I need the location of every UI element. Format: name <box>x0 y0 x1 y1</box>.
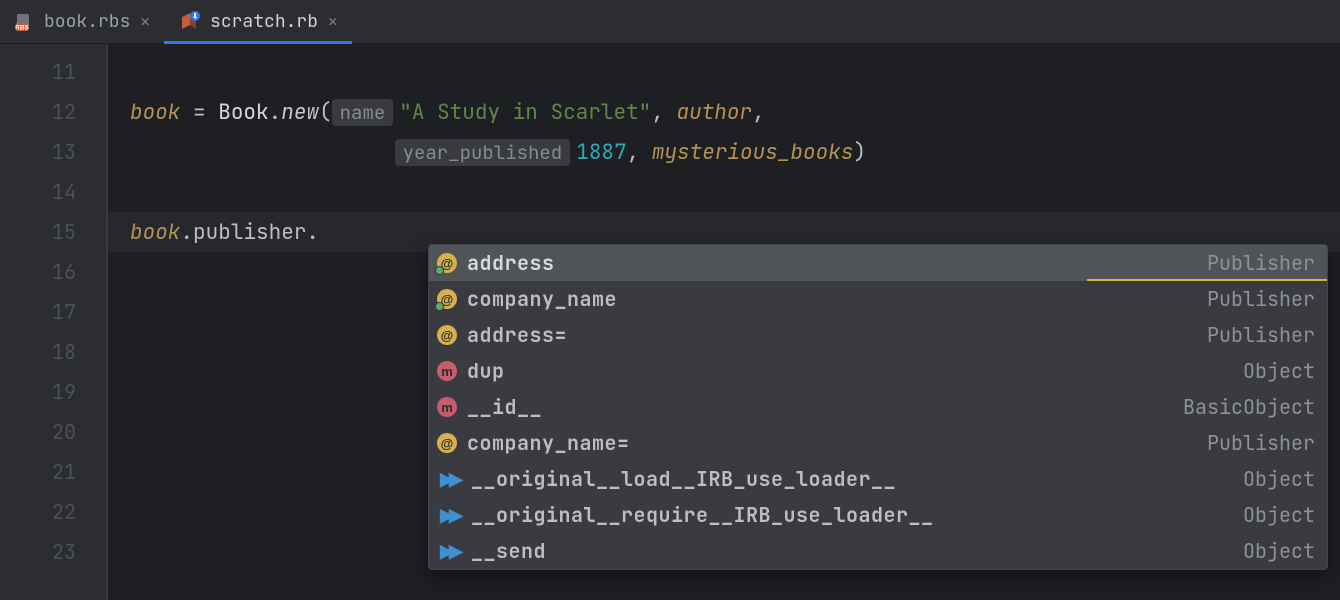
tab-label: book.rbs <box>44 10 130 33</box>
completion-type: Object <box>1243 358 1315 384</box>
line-number: 23 <box>0 532 106 572</box>
rbs-file-icon: RBS <box>14 12 34 32</box>
arrow-icon: ▶▶ <box>437 505 461 525</box>
completion-type: Publisher <box>1207 286 1315 312</box>
completion-name: __id__ <box>467 394 1173 420</box>
close-icon[interactable]: ✕ <box>328 11 338 32</box>
completion-item[interactable]: @ address= Publisher <box>429 317 1327 353</box>
gutter: 11 12 13 14 15 16 17 18 19 20 21 22 23 <box>0 44 108 600</box>
method-icon: m <box>437 397 457 417</box>
method-icon: m <box>437 361 457 381</box>
completion-item[interactable]: @ company_name= Publisher <box>429 425 1327 461</box>
attribute-icon: @ <box>437 325 457 345</box>
arrow-icon: ▶▶ <box>437 541 461 561</box>
close-icon[interactable]: ✕ <box>140 11 150 32</box>
completion-type: Publisher <box>1207 430 1315 456</box>
completion-type: Publisher <box>1207 250 1315 276</box>
svg-text:RBS: RBS <box>15 24 29 31</box>
tab-book-rbs[interactable]: RBS book.rbs ✕ <box>0 0 164 43</box>
line-number: 21 <box>0 452 106 492</box>
completion-item[interactable]: ▶▶ __original__require__IRB_use_loader__ O… <box>429 497 1327 533</box>
line-number: 20 <box>0 412 106 452</box>
line-number: 15 <box>0 212 106 252</box>
completion-name: dup <box>467 358 1233 384</box>
code-line: year_published 1887 , mysterious_books ) <box>108 132 1340 172</box>
line-number: 16 <box>0 252 106 292</box>
attribute-icon: @ <box>437 433 457 453</box>
completion-name: __send <box>471 538 1233 564</box>
line-number: 14 <box>0 172 106 212</box>
line-number: 18 <box>0 332 106 372</box>
completion-item[interactable]: ▶▶ __send Object <box>429 533 1327 569</box>
code-area[interactable]: book = Book . new ( name "A Study in Sca… <box>108 44 1340 600</box>
line-number: 12 <box>0 92 106 132</box>
code-line: book = Book . new ( name "A Study in Sca… <box>108 92 1340 132</box>
completion-popup[interactable]: @addressPublisher@company_namePublisher@… <box>428 244 1328 570</box>
completion-type: Object <box>1243 466 1315 492</box>
code-line <box>108 52 1340 92</box>
completion-item[interactable]: m __id__ BasicObject <box>429 389 1327 425</box>
line-number: 19 <box>0 372 106 412</box>
completion-type: Object <box>1243 502 1315 528</box>
tab-bar: RBS book.rbs ✕ scratch.rb ✕ <box>0 0 1340 44</box>
completion-item[interactable]: mdup Object <box>429 353 1327 389</box>
arrow-icon: ▶▶ <box>437 469 461 489</box>
completion-name: company_name= <box>467 430 1197 456</box>
completion-type: BasicObject <box>1183 394 1315 420</box>
line-number: 13 <box>0 132 106 172</box>
completion-name: __original__load__IRB_use_loader__ <box>471 466 1233 492</box>
completion-name: company_name <box>467 286 1197 312</box>
completion-name: address <box>467 250 1197 276</box>
tab-label: scratch.rb <box>210 10 318 33</box>
completion-item[interactable]: ▶▶ __original__load__IRB_use_loader__ Obje… <box>429 461 1327 497</box>
attribute-icon: @ <box>437 289 457 309</box>
completion-type: Publisher <box>1207 322 1315 348</box>
line-number: 11 <box>0 52 106 92</box>
attribute-icon: @ <box>437 253 457 273</box>
editor: 11 12 13 14 15 16 17 18 19 20 21 22 23 b… <box>0 44 1340 600</box>
completion-name: __original__require__IRB_use_loader__ <box>471 502 1233 528</box>
completion-name: address= <box>467 322 1197 348</box>
scratch-file-icon <box>178 11 200 33</box>
tab-scratch-rb[interactable]: scratch.rb ✕ <box>164 0 352 43</box>
line-number: 22 <box>0 492 106 532</box>
completion-item[interactable]: @ company_name Publisher <box>429 281 1327 317</box>
line-number: 17 <box>0 292 106 332</box>
inlay-hint: name <box>332 99 394 126</box>
code-line <box>108 172 1340 212</box>
inlay-hint: year_published <box>395 139 571 166</box>
completion-type: Object <box>1243 538 1315 564</box>
completion-item[interactable]: @ address Publisher <box>429 245 1327 281</box>
